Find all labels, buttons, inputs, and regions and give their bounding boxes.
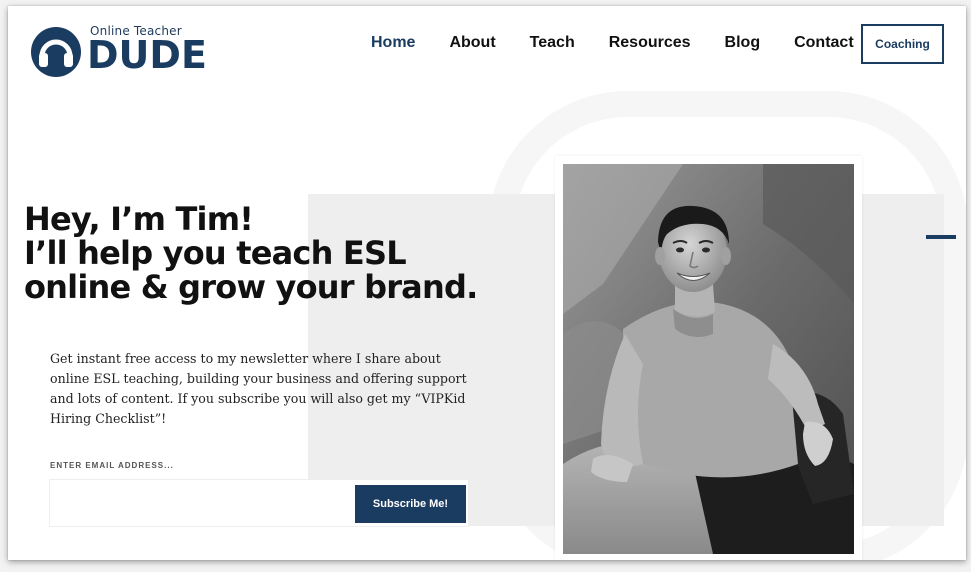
headline-line-1: Hey, I’m Tim!	[24, 200, 254, 238]
coaching-button[interactable]: Coaching	[861, 24, 944, 64]
nav-item-resources[interactable]: Resources	[609, 34, 691, 52]
profile-photo	[563, 164, 854, 554]
nav-item-teach[interactable]: Teach	[530, 34, 575, 52]
nav-item-blog[interactable]: Blog	[725, 34, 761, 52]
nav-item-home[interactable]: Home	[371, 34, 415, 52]
headphones-icon	[31, 27, 81, 77]
nav-item-contact[interactable]: Contact	[794, 34, 854, 52]
accent-dash	[926, 235, 956, 239]
profile-photo-card	[555, 156, 862, 560]
subscribe-form: Subscribe Me!	[50, 480, 468, 526]
hero-intro-text: Get instant free access to my newsletter…	[50, 351, 467, 426]
profile-photo-illustration	[563, 164, 854, 554]
email-input[interactable]	[50, 480, 350, 526]
hero-headline: Hey, I’m Tim! I’ll help you teach ESL on…	[24, 202, 494, 304]
headline-line-3: online & grow your brand.	[24, 268, 478, 306]
nav-item-about[interactable]: About	[449, 34, 495, 52]
main-nav: Home About Teach Resources Blog Contact	[371, 32, 854, 54]
logo-wordmark: DUDE	[87, 33, 207, 77]
headline-line-2: I’ll help you teach ESL	[24, 234, 407, 272]
subscribe-button[interactable]: Subscribe Me!	[355, 485, 466, 523]
site-logo[interactable]: Online Teacher DUDE	[30, 24, 207, 80]
email-label: ENTER EMAIL ADDRESS...	[50, 461, 174, 470]
page-frame: Online Teacher DUDE Home About Teach Res…	[8, 6, 966, 560]
